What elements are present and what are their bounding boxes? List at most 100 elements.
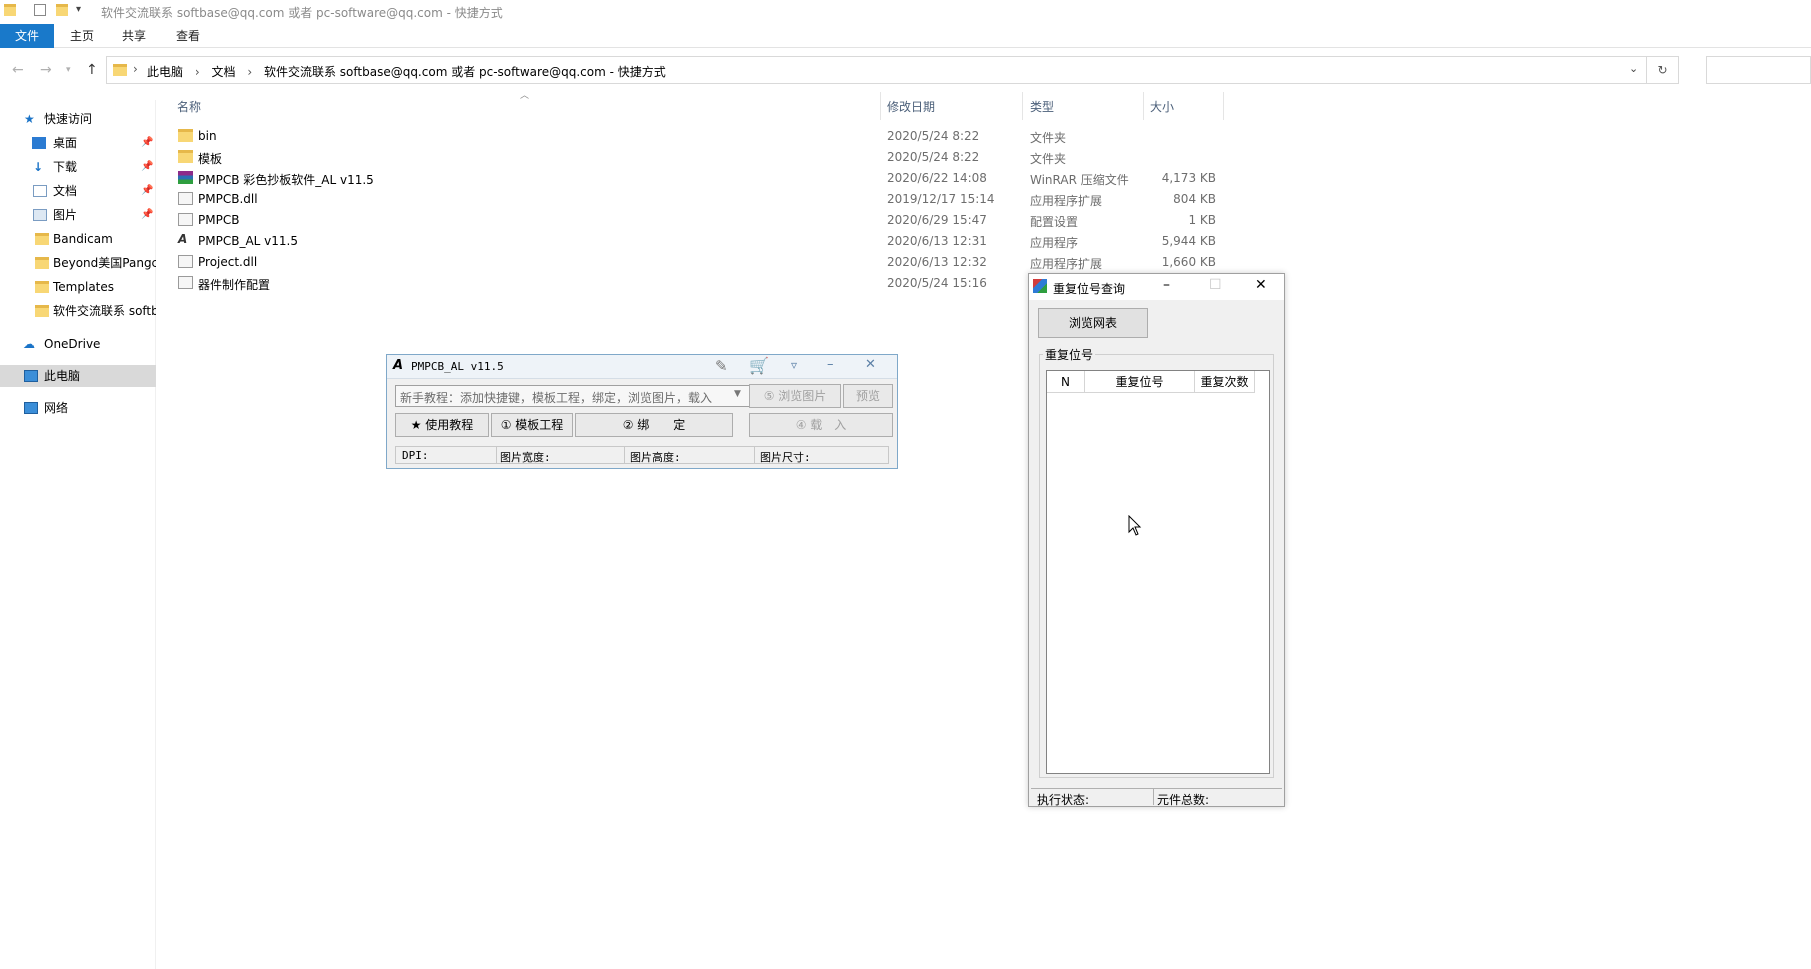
file-row[interactable]: PMPCB.dll 2019/12/17 15:14 应用程序扩展 804 KB	[176, 189, 1226, 210]
back-arrow-icon[interactable]: ←	[12, 62, 24, 78]
tutorial-combo[interactable]: 新手教程：添加快捷键，模板工程，绑定，浏览图片，载入 ▼	[395, 385, 751, 407]
file-size: 1 KB	[1188, 213, 1216, 227]
nav-quick-access[interactable]: ★ 快速访问	[0, 108, 156, 130]
pin-icon[interactable]: 📌	[141, 132, 153, 154]
file-type: 应用程序扩展	[1030, 257, 1103, 271]
pin-icon[interactable]: 📌	[141, 156, 153, 178]
nav-pictures[interactable]: 图片 📌	[0, 204, 156, 226]
nav-label: 软件交流联系 softb	[53, 304, 156, 318]
up-arrow-icon[interactable]: ↑	[86, 62, 98, 78]
column-header-designator[interactable]: 重复位号	[1085, 371, 1195, 393]
properties-icon[interactable]	[34, 4, 46, 16]
nav-network[interactable]: 网络	[0, 397, 156, 419]
file-row[interactable]: PMPCB 彩色抄板软件_AL v11.5 2020/6/22 14:08 Wi…	[176, 168, 1226, 189]
chevron-right-icon[interactable]: ›	[195, 65, 200, 79]
application-icon: A	[178, 232, 188, 246]
file-row[interactable]: A PMPCB_AL v11.5 2020/6/13 12:31 应用程序 5,…	[176, 231, 1226, 252]
search-input[interactable]	[1706, 56, 1811, 84]
browse-image-button[interactable]: ⑤ 浏览图片	[749, 384, 841, 408]
duplicate-query-title-bar[interactable]: 重复位号查询 – ☐ ✕	[1029, 274, 1284, 300]
tab-share[interactable]: 共享	[114, 24, 154, 48]
nav-onedrive[interactable]: ☁ OneDrive	[0, 333, 156, 355]
quick-access-dropdown-icon[interactable]: ▾	[76, 4, 81, 15]
file-row[interactable]: bin 2020/5/24 8:22 文件夹	[176, 126, 1226, 147]
cart-icon[interactable]: 🛒	[749, 356, 769, 375]
nav-documents[interactable]: 文档 📌	[0, 180, 156, 202]
status-divider	[496, 447, 497, 463]
address-bar[interactable]: › 此电脑 › 文档 › 软件交流联系 softbase@qq.com 或者 p…	[106, 56, 1647, 84]
nav-beyond[interactable]: Beyond美国Pangc	[0, 252, 156, 274]
column-header-count[interactable]: 重复次数	[1195, 371, 1255, 393]
nav-templates[interactable]: Templates	[0, 276, 156, 298]
breadcrumb-this-pc[interactable]: 此电脑	[147, 65, 183, 79]
close-icon[interactable]: ✕	[865, 357, 876, 372]
column-header-date[interactable]: 修改日期	[887, 98, 935, 115]
minimize-icon[interactable]: –	[827, 357, 834, 372]
file-row[interactable]: Project.dll 2020/6/13 12:32 应用程序扩展 1,660…	[176, 252, 1226, 273]
preview-button[interactable]: 预览	[843, 384, 893, 408]
refresh-icon[interactable]: ↻	[1647, 56, 1679, 84]
column-header-name[interactable]: 名称	[177, 98, 201, 115]
tab-view[interactable]: 查看	[168, 24, 208, 48]
pmpcb-title: PMPCB_AL v11.5	[411, 360, 504, 373]
nav-desktop[interactable]: 桌面 📌	[0, 132, 156, 154]
nav-label: Templates	[53, 280, 115, 294]
file-row[interactable]: PMPCB 2020/6/29 15:47 配置设置 1 KB	[176, 210, 1226, 231]
status-component-total: 元件总数:	[1157, 793, 1210, 807]
file-size: 4,173 KB	[1161, 171, 1216, 185]
chevron-down-icon[interactable]: ▼	[734, 389, 741, 399]
forward-arrow-icon[interactable]: →	[40, 62, 52, 78]
file-type: WinRAR 压缩文件	[1030, 173, 1129, 187]
recent-dropdown-icon[interactable]: ▾	[66, 65, 71, 75]
file-row[interactable]: 模板 2020/5/24 8:22 文件夹	[176, 147, 1226, 168]
nav-downloads[interactable]: ↓ 下载 📌	[0, 156, 156, 178]
chevron-down-icon[interactable]: ⌄	[1629, 62, 1638, 75]
pin-icon[interactable]: 📌	[141, 180, 153, 202]
file-size: 5,944 KB	[1161, 234, 1216, 248]
tutorial-button[interactable]: ★ 使用教程	[395, 413, 489, 437]
close-icon[interactable]: ✕	[1255, 277, 1267, 293]
duplicate-status-bar: 执行状态: 元件总数:	[1031, 788, 1282, 807]
file-type: 应用程序	[1030, 236, 1079, 250]
star-icon: ★	[24, 112, 35, 126]
dropdown-icon[interactable]: ▿	[791, 358, 797, 372]
column-header-size[interactable]: 大小	[1150, 98, 1174, 115]
pin-icon[interactable]: 📌	[141, 204, 153, 226]
column-header-type[interactable]: 类型	[1030, 98, 1054, 115]
nav-label: 此电脑	[44, 369, 81, 383]
column-header-n[interactable]: N	[1047, 371, 1085, 393]
nav-label: OneDrive	[44, 337, 101, 351]
chevron-right-icon[interactable]: ›	[247, 65, 252, 79]
nav-bandicam[interactable]: Bandicam	[0, 228, 156, 250]
nav-this-pc[interactable]: 此电脑	[0, 365, 156, 387]
template-project-button[interactable]: ① 模板工程	[491, 413, 573, 437]
nav-softbase[interactable]: 软件交流联系 softb	[0, 300, 156, 322]
dll-file-icon	[178, 192, 193, 205]
minimize-icon[interactable]: –	[1163, 277, 1170, 293]
column-divider[interactable]	[1223, 92, 1224, 120]
chevron-right-icon[interactable]: ›	[133, 62, 138, 76]
column-divider[interactable]	[1022, 92, 1023, 120]
duplicate-list[interactable]: N 重复位号 重复次数	[1046, 370, 1270, 774]
new-folder-icon[interactable]	[56, 4, 68, 16]
file-name: Project.dll	[198, 255, 258, 269]
status-image-height: 图片高度:	[630, 451, 681, 464]
column-divider[interactable]	[1143, 92, 1144, 120]
status-image-size: 图片尺寸:	[760, 451, 811, 464]
file-name: PMPCB.dll	[198, 192, 258, 206]
tab-home[interactable]: 主页	[62, 24, 102, 48]
maximize-icon[interactable]: ☐	[1209, 277, 1222, 293]
folder-icon	[178, 129, 193, 142]
browse-netlist-button[interactable]: 浏览网表	[1038, 308, 1148, 338]
tools-icon[interactable]: ✎	[715, 357, 728, 375]
breadcrumb-documents[interactable]: 文档	[211, 65, 235, 79]
column-divider[interactable]	[880, 92, 881, 120]
tab-file[interactable]: 文件	[0, 24, 54, 48]
load-button[interactable]: ④ 载 入	[749, 413, 893, 437]
pmpcb-title-bar[interactable]: A PMPCB_AL v11.5 ✎ 🛒 ▿ – ✕	[387, 355, 897, 379]
group-label: 重复位号	[1043, 346, 1096, 363]
status-divider	[1153, 789, 1154, 805]
breadcrumb-current[interactable]: 软件交流联系 softbase@qq.com 或者 pc-software@qq…	[264, 65, 666, 79]
bind-button[interactable]: ② 绑 定	[575, 413, 733, 437]
file-name: PMPCB_AL v11.5	[198, 234, 298, 248]
